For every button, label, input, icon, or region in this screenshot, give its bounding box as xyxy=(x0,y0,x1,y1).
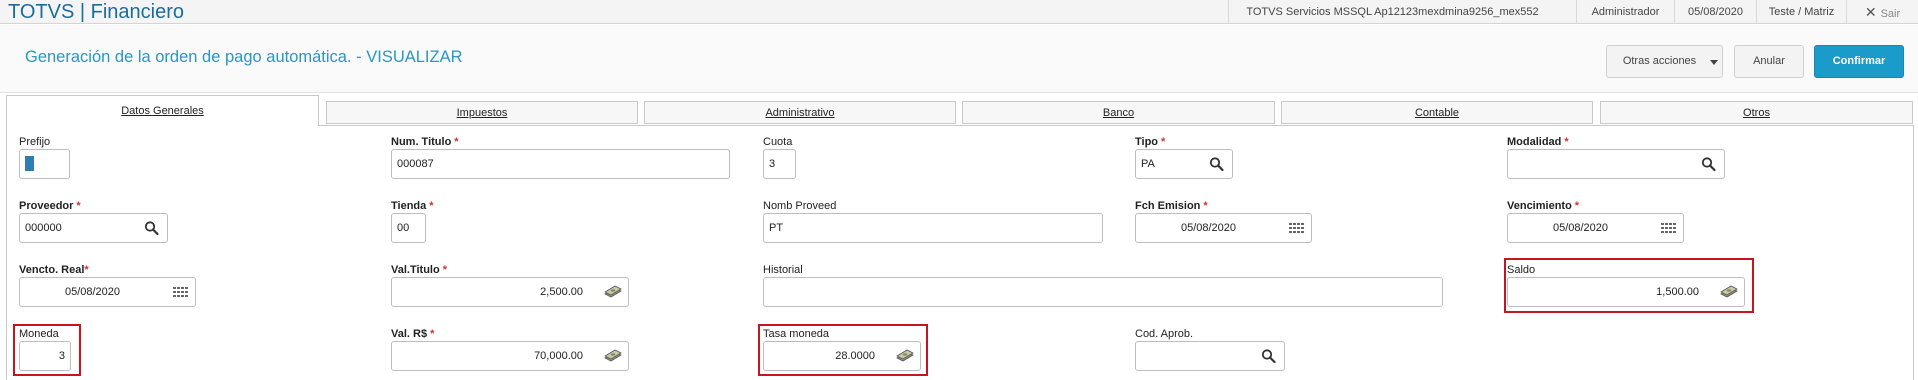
tipo-field[interactable]: PA xyxy=(1135,149,1233,179)
search-icon[interactable] xyxy=(1700,156,1718,172)
system-date[interactable]: 05/08/2020 xyxy=(1674,0,1756,24)
tipo-label: Tipo * xyxy=(1135,136,1166,148)
tab-datos-generales[interactable]: Datos Generales xyxy=(6,95,319,126)
user-name[interactable]: Administrador xyxy=(1576,0,1674,24)
num-titulo-label: Num. Titulo * xyxy=(391,136,459,148)
other-actions-label: Otras acciones xyxy=(1622,55,1697,67)
cod-aprob-label: Cod. Aprob. xyxy=(1135,328,1194,340)
search-icon[interactable] xyxy=(143,220,161,236)
calendar-icon[interactable] xyxy=(171,284,189,300)
moneda-label: Moneda xyxy=(19,328,59,340)
money-icon[interactable] xyxy=(896,348,914,364)
nomb-proveed-label: Nomb Proveed xyxy=(763,200,837,212)
money-icon[interactable] xyxy=(604,284,622,300)
tasa-moneda-label: Tasa moneda xyxy=(763,328,830,340)
val-rs-label: Val. R$ * xyxy=(391,328,435,340)
historial-field[interactable] xyxy=(763,277,1443,307)
cuota-label: Cuota xyxy=(763,136,793,148)
tab-administrativo[interactable]: Administrativo xyxy=(644,101,956,124)
server-info: TOTVS Servicios MSSQL Ap12123mexdmina925… xyxy=(1228,0,1556,24)
exit-label: Sair xyxy=(1880,8,1901,20)
chevron-down-icon xyxy=(1710,60,1718,65)
val-titulo-label: Val.Titulo * xyxy=(391,264,447,276)
tab-contable[interactable]: Contable xyxy=(1281,101,1593,124)
proveedor-field[interactable]: 000000 xyxy=(19,213,168,243)
vencimiento-label: Vencimiento * xyxy=(1507,200,1580,212)
moneda-field[interactable]: 3 xyxy=(19,341,71,371)
other-actions-button[interactable]: Otras acciones xyxy=(1606,45,1723,78)
tasa-moneda-field[interactable]: 28.0000 xyxy=(763,341,921,371)
num-titulo-field[interactable]: 000087 xyxy=(391,149,730,179)
confirm-button[interactable]: Confirmar xyxy=(1814,45,1904,78)
fch-emision-label: Fch Emision * xyxy=(1135,200,1208,212)
vencimiento-field[interactable]: 05/08/2020 xyxy=(1507,213,1684,243)
calendar-icon[interactable] xyxy=(1659,220,1677,236)
search-icon[interactable] xyxy=(1260,348,1278,364)
page-title: Generación de la orden de pago automátic… xyxy=(25,48,463,66)
top-bar: TOTVS | Financiero TOTVS Servicios MSSQL… xyxy=(0,0,1918,24)
tienda-field[interactable]: 00 xyxy=(391,213,426,243)
val-titulo-field[interactable]: 2,500.00 xyxy=(391,277,629,307)
fch-emision-field[interactable]: 05/08/2020 xyxy=(1135,213,1312,243)
cancel-button[interactable]: Anular xyxy=(1734,45,1804,78)
app-title: TOTVS | Financiero xyxy=(8,1,184,23)
proveedor-label: Proveedor * xyxy=(19,200,81,212)
tienda-label: Tienda * xyxy=(391,200,434,212)
historial-label: Historial xyxy=(763,264,803,276)
exit-button[interactable]: ✕ Sair xyxy=(1846,0,1918,24)
modalidad-label: Modalidad * xyxy=(1507,136,1569,148)
val-rs-field[interactable]: 70,000.00 xyxy=(391,341,629,371)
tab-otros[interactable]: Otros xyxy=(1600,101,1913,124)
close-icon: ✕ xyxy=(1864,4,1877,20)
text-cursor xyxy=(25,155,34,171)
prefijo-label: Prefijo xyxy=(19,136,51,148)
saldo-label: Saldo xyxy=(1507,264,1536,276)
cod-aprob-field[interactable] xyxy=(1135,341,1285,371)
tab-impuestos[interactable]: Impuestos xyxy=(326,101,638,124)
vencto-real-field[interactable]: 05/08/2020 xyxy=(19,277,196,307)
search-icon[interactable] xyxy=(1208,156,1226,172)
saldo-field[interactable]: 1,500.00 xyxy=(1507,277,1745,307)
tab-banco[interactable]: Banco xyxy=(962,101,1275,124)
nomb-proveed-field[interactable]: PT xyxy=(763,213,1103,243)
company-branch[interactable]: Teste / Matriz xyxy=(1756,0,1846,24)
vencto-real-label: Vencto. Real* xyxy=(19,264,89,276)
money-icon[interactable] xyxy=(604,348,622,364)
cuota-field[interactable]: 3 xyxy=(763,149,796,179)
money-icon[interactable] xyxy=(1720,284,1738,300)
calendar-icon[interactable] xyxy=(1287,220,1305,236)
modalidad-field[interactable] xyxy=(1507,149,1725,179)
prefijo-field[interactable] xyxy=(19,149,70,179)
